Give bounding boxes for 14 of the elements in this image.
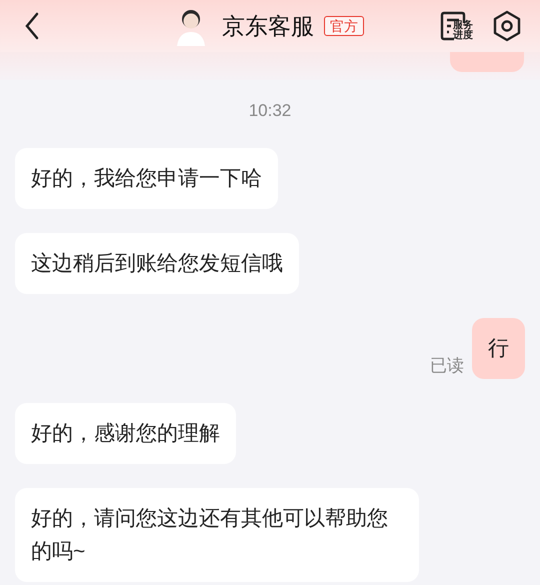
service-progress-label: 服务 进度 [452,21,474,41]
settings-icon [492,10,522,42]
timestamp: 10:32 [248,100,292,122]
chat-title: 京东客服 [222,12,314,41]
message-bubble: 好的，我给您申请一下哈 [15,148,278,209]
message-bubble: 行 [472,318,525,379]
official-badge: 官方 [324,16,364,36]
read-status: 已读 [430,355,464,377]
message-bubble: 好的，请问您这边还有其他可以帮助您的吗~ [15,488,419,582]
back-icon [24,12,40,40]
message-bubble: 这边稍后到账给您发短信哦 [15,233,299,294]
service-progress-button[interactable]: 服务 进度 [440,9,474,43]
settings-button[interactable] [492,10,522,42]
message-bubble: 好的，感谢您的理解 [15,403,236,464]
